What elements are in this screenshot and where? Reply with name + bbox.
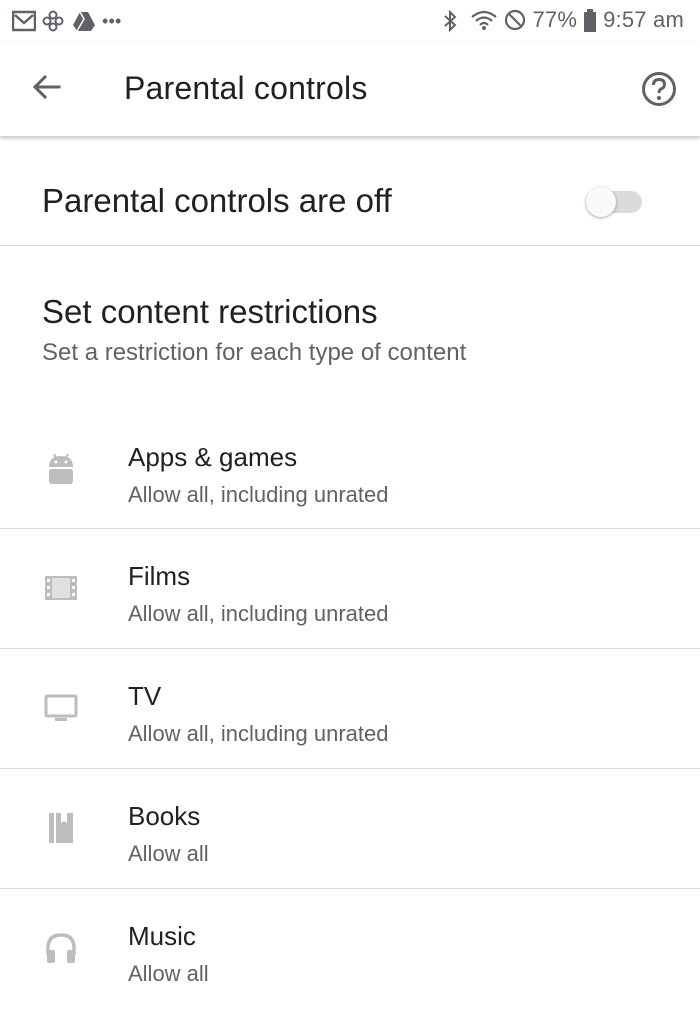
back-button[interactable] [22,64,72,114]
item-subtitle: Allow all, including unrated [128,721,389,746]
item-subtitle: Allow all [128,961,209,986]
parental-controls-switch[interactable] [586,185,642,217]
section-subtitle: Set a restriction for each type of conte… [42,339,467,366]
status-bar-notifications: ••• [11,6,122,36]
overflow-notifications: ••• [102,10,122,31]
film-icon [42,569,80,607]
drive-icon [72,10,95,32]
do-not-disturb-icon [504,9,526,31]
list-item-books[interactable]: Books Allow all [0,769,700,889]
item-title: Books [128,801,201,831]
app-bar: Parental controls [0,42,700,136]
battery-percentage: 77% [532,7,578,32]
list-item-tv[interactable]: TV Allow all, including unrated [0,649,700,769]
item-title: TV [128,681,162,711]
page-title: Parental controls [124,70,368,106]
book-icon [42,809,80,847]
item-subtitle: Allow all [128,841,209,866]
item-subtitle: Allow all, including unrated [128,482,389,507]
headphones-icon [42,929,80,967]
section-title: Set content restrictions [42,293,378,330]
wifi-icon [470,9,498,31]
gmail-icon [11,10,37,32]
parental-controls-toggle-row[interactable]: Parental controls are off [0,136,700,246]
content-type-list: Apps & games Allow all, including unrate… [0,410,700,1009]
status-bar-system: 77% 9:57 am [442,4,684,36]
item-title: Music [128,921,196,951]
item-title: Films [128,561,191,591]
item-subtitle: Allow all, including unrated [128,601,389,626]
list-item-apps-games[interactable]: Apps & games Allow all, including unrate… [0,410,700,529]
bluetooth-icon [442,9,464,33]
switch-thumb [586,187,616,217]
android-icon [42,450,80,488]
help-button[interactable] [634,66,684,116]
item-title: Apps & games [128,442,298,472]
help-icon [641,71,677,112]
parental-controls-status-label: Parental controls are off [42,182,392,219]
pinwheel-icon [42,10,64,32]
list-item-music[interactable]: Music Allow all [0,889,700,1009]
list-item-films[interactable]: Films Allow all, including unrated [0,529,700,649]
battery-icon [583,9,597,32]
clock: 9:57 am [603,7,684,32]
tv-icon [42,689,80,727]
arrow-back-icon [31,71,63,108]
status-bar: ••• 77% 9:57 am [0,0,700,42]
content-restrictions-header: Set content restrictions Set a restricti… [42,292,662,368]
